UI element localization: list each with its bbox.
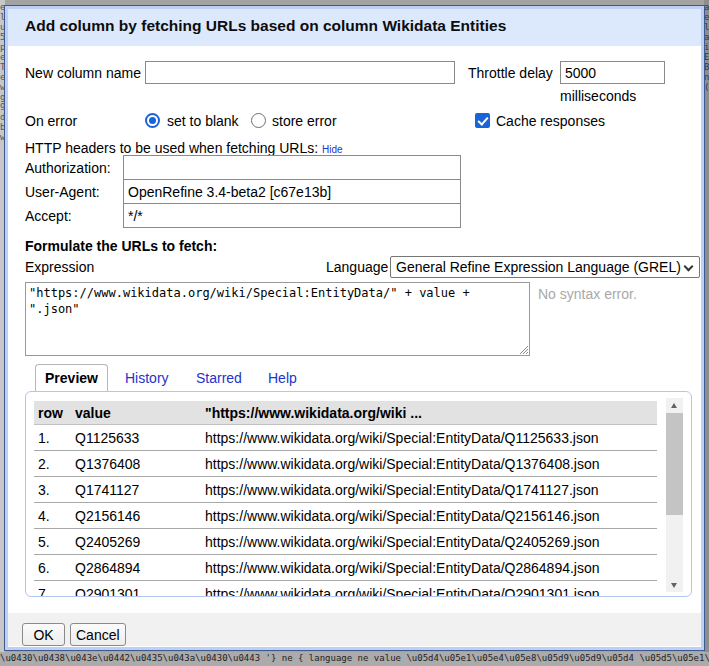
cache-responses-label[interactable]: Cache responses <box>496 113 605 129</box>
throttle-delay-label: Throttle delay <box>468 65 553 81</box>
cell-row: 4. <box>34 508 75 524</box>
dialog-title-bar: Add column by fetching URLs based on col… <box>8 9 701 46</box>
table-row: 2.Q1376408https://www.wikidata.org/wiki/… <box>34 451 657 477</box>
cell-value: Q2156146 <box>75 508 205 524</box>
cell-row: 6. <box>34 560 75 576</box>
table-row: 6.Q2864894https://www.wikidata.org/wiki/… <box>34 555 657 581</box>
tab-help[interactable]: Help <box>268 370 297 386</box>
cell-url: https://www.wikidata.org/wiki/Special:En… <box>205 586 657 598</box>
tab-starred[interactable]: Starred <box>196 370 242 386</box>
scrollbar[interactable] <box>666 398 683 592</box>
throttle-delay-input[interactable] <box>560 61 665 84</box>
preview-table-header: row value "https://www.wikidata.org/wiki… <box>34 401 657 425</box>
tab-preview[interactable]: Preview <box>35 364 108 392</box>
add-column-fetch-urls-dialog: Add column by fetching URLs based on col… <box>4 5 705 651</box>
expression-label: Expression <box>25 259 94 275</box>
dialog-title: Add column by fetching URLs based on col… <box>25 17 506 35</box>
new-column-name-input[interactable] <box>145 61 455 84</box>
table-row: 1.Q1125633https://www.wikidata.org/wiki/… <box>34 425 657 451</box>
radio-set-to-blank-label[interactable]: set to blank <box>167 113 239 129</box>
preview-panel: row value "https://www.wikidata.org/wiki… <box>25 391 692 597</box>
cell-row: 1. <box>34 430 75 446</box>
cell-value: Q1125633 <box>75 430 205 446</box>
ok-button[interactable]: OK <box>22 623 65 646</box>
cell-row: 3. <box>34 482 75 498</box>
cancel-button[interactable]: Cancel <box>70 623 126 646</box>
cell-value: Q1741127 <box>75 482 205 498</box>
cell-value: Q2405269 <box>75 534 205 550</box>
cell-value: Q1376408 <box>75 456 205 472</box>
cell-url: https://www.wikidata.org/wiki/Special:En… <box>205 508 657 524</box>
http-headers-label: HTTP headers to be used when fetching UR… <box>25 140 343 156</box>
cell-row: 5. <box>34 534 75 550</box>
cache-responses-checkbox[interactable] <box>475 113 490 128</box>
throttle-unit-label: milliseconds <box>560 88 636 104</box>
authorization-label: Authorization: <box>25 160 111 176</box>
user-agent-label: User-Agent: <box>25 184 100 200</box>
table-row: 5.Q2405269https://www.wikidata.org/wiki/… <box>34 529 657 555</box>
on-error-label: On error <box>25 113 77 129</box>
table-row: 3.Q1741127https://www.wikidata.org/wiki/… <box>34 477 657 503</box>
language-select[interactable]: General Refine Expression Language (GREL… <box>390 256 700 278</box>
header-row: row <box>34 405 75 421</box>
cell-row: 2. <box>34 456 75 472</box>
language-label: Language <box>326 259 388 275</box>
resize-grip-icon[interactable] <box>519 345 529 355</box>
preview-table: row value "https://www.wikidata.org/wiki… <box>34 401 657 597</box>
table-row: 7.Q2901301https://www.wikidata.org/wiki/… <box>34 581 657 597</box>
radio-store-error[interactable] <box>251 113 266 128</box>
syntax-status: No syntax error. <box>538 286 637 302</box>
header-value: value <box>75 405 205 421</box>
cell-url: https://www.wikidata.org/wiki/Special:En… <box>205 534 657 550</box>
scroll-down-icon[interactable] <box>666 578 683 592</box>
tab-history[interactable]: History <box>125 370 169 386</box>
cell-value: Q2901301 <box>75 586 205 598</box>
cell-url: https://www.wikidata.org/wiki/Special:En… <box>205 430 657 446</box>
expression-textarea[interactable] <box>25 282 530 356</box>
radio-set-to-blank[interactable] <box>145 113 160 128</box>
user-agent-input[interactable] <box>123 179 461 204</box>
formulate-label: Formulate the URLs to fetch: <box>25 238 217 254</box>
dialog-footer: OK Cancel <box>8 613 701 646</box>
cell-value: Q2864894 <box>75 560 205 576</box>
accept-label: Accept: <box>25 208 72 224</box>
authorization-input[interactable] <box>123 155 461 180</box>
cell-row: 7. <box>34 586 75 598</box>
accept-input[interactable] <box>123 203 461 228</box>
cell-url: https://www.wikidata.org/wiki/Special:En… <box>205 560 657 576</box>
radio-store-error-label[interactable]: store error <box>272 113 337 129</box>
cell-url: https://www.wikidata.org/wiki/Special:En… <box>205 456 657 472</box>
header-url: "https://www.wikidata.org/wiki ... <box>205 405 657 421</box>
scroll-up-icon[interactable] <box>666 398 683 412</box>
table-row: 4.Q2156146https://www.wikidata.org/wiki/… <box>34 503 657 529</box>
cell-url: https://www.wikidata.org/wiki/Special:En… <box>205 482 657 498</box>
background-page-bottom: \u0430\u0438\u043e\u0442\u0435\u043a\u04… <box>0 652 709 666</box>
new-column-name-label: New column name <box>25 65 141 81</box>
chevron-down-icon <box>684 262 694 272</box>
scrollbar-thumb[interactable] <box>666 413 683 515</box>
